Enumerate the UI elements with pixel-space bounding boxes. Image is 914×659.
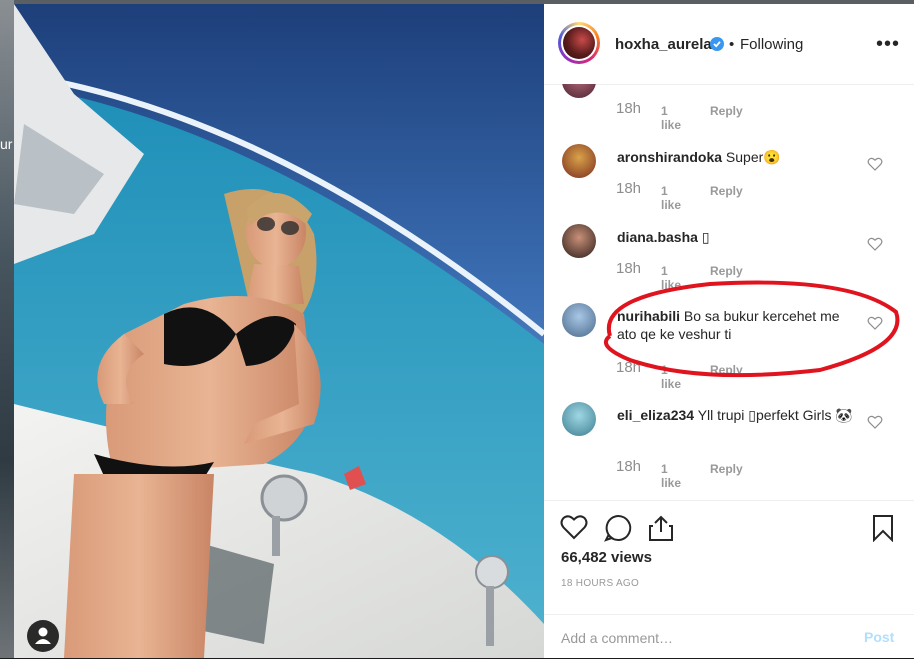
following-button[interactable]: Following: [740, 36, 803, 53]
comment-username[interactable]: nurihabili: [617, 308, 680, 324]
comment-text: Yll trupi ▯perfekt Girls 🐼: [697, 407, 853, 423]
comment-avatar[interactable]: [562, 402, 596, 436]
comment-like-heart-icon[interactable]: [867, 156, 883, 172]
comment-avatar[interactable]: [562, 224, 596, 258]
post-timestamp[interactable]: 18 HOURS AGO: [561, 578, 639, 589]
backdrop-partial-text: ur: [0, 136, 13, 152]
reply-button[interactable]: Reply: [710, 264, 743, 278]
comment-time[interactable]: 18h: [616, 100, 641, 117]
reply-button[interactable]: Reply: [710, 363, 743, 377]
reply-button[interactable]: Reply: [710, 104, 743, 118]
comment-username[interactable]: diana.basha: [617, 229, 698, 245]
comment-likes[interactable]: 1 like: [661, 264, 681, 292]
comment-text: Super😮: [725, 149, 781, 165]
user-icon: [35, 627, 51, 644]
comments-list[interactable]: 18h 1 like Reply aronshirandoka Super😮 1…: [544, 84, 914, 500]
backdrop-left-strip: [0, 0, 14, 658]
share-icon[interactable]: [648, 514, 674, 542]
post-comment-button[interactable]: Post: [864, 629, 894, 645]
view-count[interactable]: 66,482 views: [561, 549, 652, 566]
comment-text: ▯: [701, 229, 710, 245]
bookmark-icon[interactable]: [872, 514, 894, 542]
post-photo: [14, 4, 544, 658]
header-separator: •: [729, 36, 735, 53]
post-actions: 66,482 views 18 HOURS AGO: [544, 500, 914, 615]
comment-avatar[interactable]: [562, 144, 596, 178]
add-comment-bar: Post: [544, 614, 914, 659]
verified-badge-icon: [710, 37, 724, 51]
comment-time[interactable]: 18h: [616, 260, 641, 277]
author-username[interactable]: hoxha_aurela: [615, 36, 712, 53]
comment-time[interactable]: 18h: [616, 458, 641, 475]
comment-like-heart-icon[interactable]: [867, 414, 883, 430]
comment-likes[interactable]: 1 like: [661, 184, 681, 212]
comment-likes[interactable]: 1 like: [661, 104, 681, 132]
comment-likes[interactable]: 1 like: [661, 363, 681, 391]
more-options-icon[interactable]: •••: [876, 33, 900, 56]
post-header: hoxha_aurela • Following •••: [544, 4, 914, 85]
comment-avatar[interactable]: [562, 303, 596, 337]
comment-likes[interactable]: 1 like: [661, 462, 681, 490]
reply-button[interactable]: Reply: [710, 184, 743, 198]
comment-bubble-icon[interactable]: [604, 514, 632, 542]
post-side-panel: hoxha_aurela • Following ••• 18h 1 like …: [544, 4, 914, 658]
like-heart-icon[interactable]: [560, 514, 588, 540]
comment-avatar[interactable]: [562, 84, 596, 98]
comment-time[interactable]: 18h: [616, 359, 641, 376]
comment-like-heart-icon[interactable]: [867, 315, 883, 331]
comment-like-heart-icon[interactable]: [867, 236, 883, 252]
comment-username[interactable]: aronshirandoka: [617, 149, 722, 165]
author-avatar[interactable]: [558, 22, 600, 64]
comment-username[interactable]: eli_eliza234: [617, 407, 694, 423]
tagged-user-button[interactable]: [27, 620, 59, 652]
reply-button[interactable]: Reply: [710, 462, 743, 476]
post-media[interactable]: [14, 4, 544, 658]
add-comment-input[interactable]: [561, 627, 841, 649]
comment-time[interactable]: 18h: [616, 180, 641, 197]
